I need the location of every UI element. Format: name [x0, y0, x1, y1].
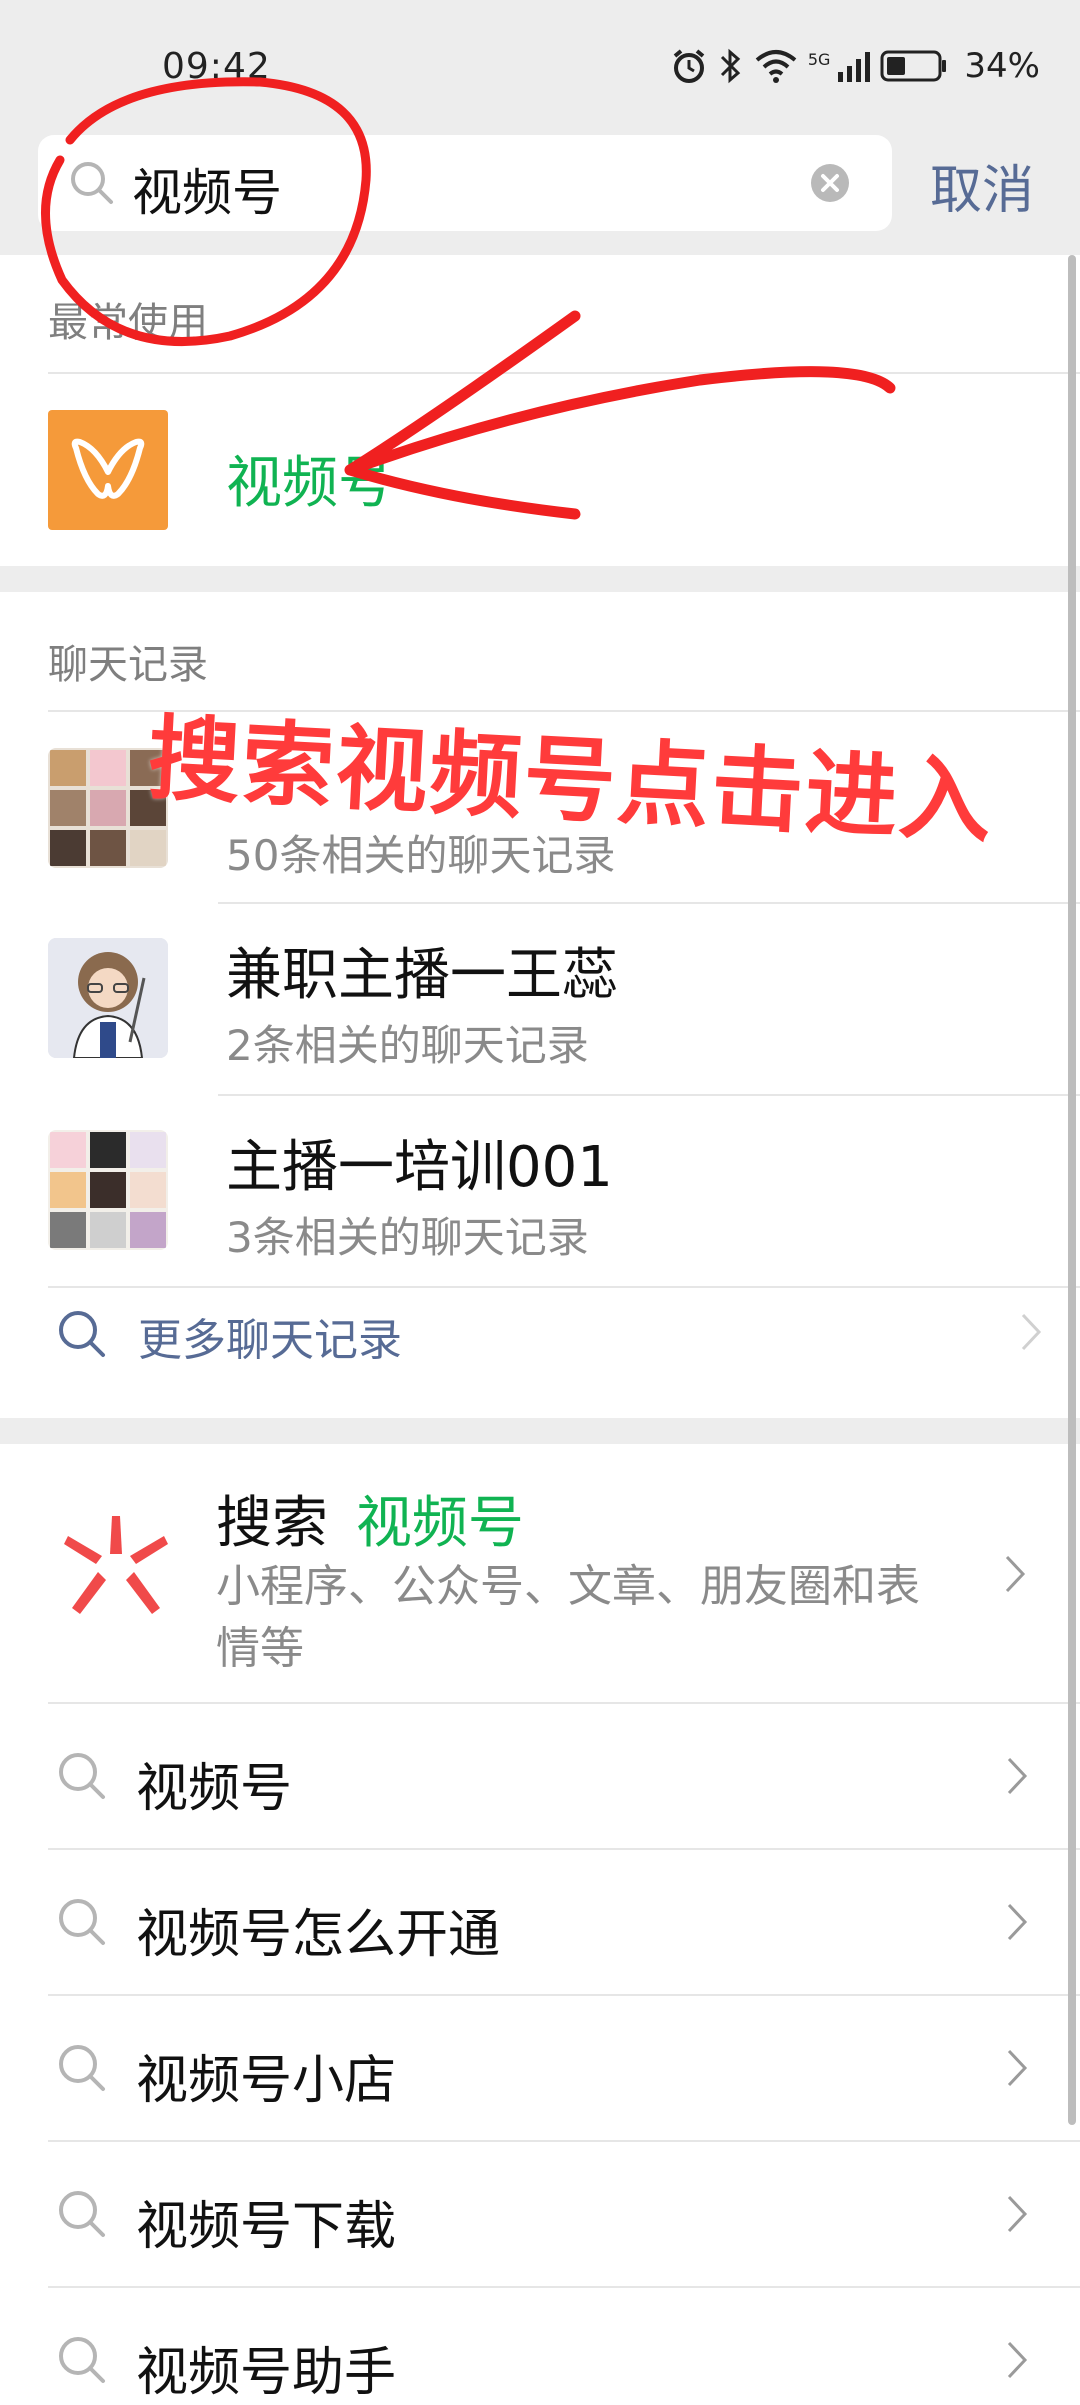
contact-avatar-image	[48, 938, 168, 1058]
suggestion-text: 视频号小店	[136, 2051, 397, 2111]
chat-item-title: 兼职主播一王蕊	[226, 943, 618, 1008]
suggestion-item[interactable]: 视频号下载	[0, 2142, 1080, 2286]
sousuo-description: 小程序、公众号、文章、朋友圈和表情等	[216, 1561, 920, 1674]
chevron-right-icon	[1007, 2049, 1028, 2087]
scrollbar[interactable]	[1068, 255, 1076, 2125]
search-icon	[59, 2191, 105, 2237]
chevron-right-icon	[1007, 2195, 1028, 2233]
chevron-right-icon	[1007, 1903, 1028, 1941]
status-icons: 5G 34%	[670, 44, 1040, 88]
cancel-button[interactable]: 取消	[930, 148, 1034, 223]
search-icon	[59, 1311, 105, 1357]
chevron-right-icon	[1007, 1757, 1028, 1795]
search-icon	[59, 1753, 105, 1799]
search-icon	[59, 1899, 105, 1945]
divider	[48, 372, 1080, 374]
bluetooth-icon	[720, 48, 741, 84]
wifi-icon	[755, 50, 797, 83]
group-avatar	[48, 1130, 168, 1250]
search-icon	[71, 162, 113, 204]
divider	[218, 1094, 1080, 1096]
suggestion-item[interactable]: 视频号怎么开通	[0, 1850, 1080, 1994]
status-time: 09:42	[162, 46, 271, 87]
search-input[interactable]: 视频号	[132, 153, 282, 225]
battery-icon	[880, 50, 947, 82]
section-gap	[0, 1418, 1080, 1444]
sousuo-prefix: 搜索	[216, 1491, 328, 1556]
channels-butterfly-icon	[71, 438, 145, 499]
suggestion-text: 视频号下载	[136, 2197, 397, 2257]
status-bar: 09:42 5G 34%	[0, 0, 1080, 130]
chat-item-subtitle: 3条相关的聊天记录	[226, 1213, 589, 1262]
annotation-arrow	[344, 310, 896, 520]
chat-item-title: 主播一培训001	[226, 1135, 613, 1200]
search-box[interactable]: 视频号	[38, 135, 892, 231]
clear-icon[interactable]	[810, 163, 850, 203]
chevron-right-icon	[1005, 1555, 1026, 1593]
chevron-right-icon	[1007, 2341, 1028, 2379]
frequent-item-title: 视频号	[226, 451, 394, 516]
suggestion-item[interactable]: 视频号助手	[0, 2288, 1080, 2403]
search-icon	[59, 2045, 105, 2091]
channels-app-icon	[48, 410, 168, 530]
suggestion-item[interactable]: 视频号	[0, 1704, 1080, 1848]
signal-icon	[838, 52, 871, 82]
more-chats-link[interactable]: 更多聊天记录	[48, 1290, 1048, 1380]
chat-item-subtitle: 2条相关的聊天记录	[226, 1021, 589, 1070]
section-gap	[0, 566, 1080, 592]
suggestion-text: 视频号怎么开通	[136, 1905, 501, 1965]
section-label-chats: 聊天记录	[48, 642, 208, 688]
alarm-icon	[673, 49, 705, 83]
suggestion-text: 视频号助手	[136, 2343, 397, 2403]
sousuo-keyword: 视频号	[355, 1491, 524, 1556]
sousuo-logo-icon	[64, 1516, 168, 1614]
battery-percent: 34%	[964, 46, 1040, 86]
suggestion-text: 视频号	[136, 1759, 293, 1819]
group-avatar-image	[50, 1132, 166, 1248]
chevron-right-icon	[1021, 1313, 1042, 1351]
network-label: 5G	[807, 49, 831, 69]
contact-avatar	[48, 938, 168, 1058]
more-chats-label: 更多聊天记录	[138, 1315, 402, 1366]
search-icon	[59, 2337, 105, 2383]
divider	[218, 902, 1080, 904]
sousuo-title: 搜索 视频号	[216, 1478, 524, 1559]
suggestion-item[interactable]: 视频号小店	[0, 1996, 1080, 2140]
section-label-frequent: 最常使用	[48, 300, 208, 346]
divider	[48, 1286, 1080, 1288]
